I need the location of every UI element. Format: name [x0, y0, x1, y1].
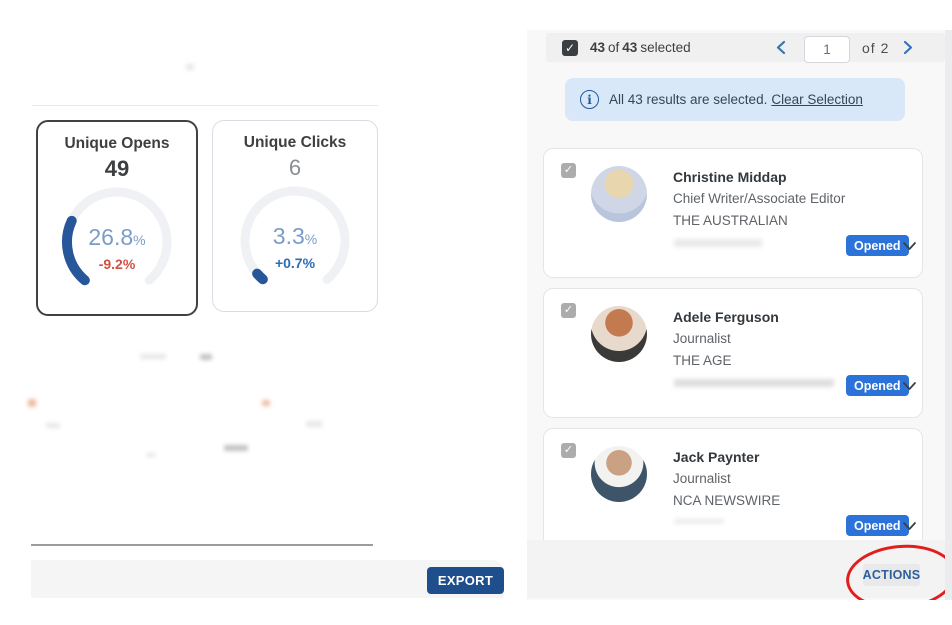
contact-checkbox[interactable]: ✓ [561, 303, 576, 318]
page-number-input[interactable] [804, 36, 850, 63]
metric-card-unique-clicks[interactable]: Unique Clicks 6 3.3% +0.7% [212, 120, 378, 312]
metric-value: 6 [289, 155, 301, 181]
actions-button[interactable]: ACTIONS [863, 564, 920, 586]
metric-value: 49 [105, 156, 129, 182]
contact-role: Chief Writer/Associate Editor [673, 191, 845, 206]
content-bottom-divider [31, 544, 373, 546]
contact-card[interactable]: ✓ Adele Ferguson Journalist THE AGE Open… [543, 288, 923, 418]
redacted-smudge [306, 421, 322, 427]
next-page-chevron-icon[interactable] [895, 35, 921, 61]
pagination: of 2 [768, 33, 921, 62]
redacted-smudge [140, 354, 166, 359]
expand-chevron-down-icon[interactable] [902, 239, 917, 254]
contacts-panel: ✓ 43of43selected of 2 i All 43 results a… [527, 30, 945, 600]
scrollbar[interactable] [945, 30, 952, 600]
redacted-smudge [28, 399, 36, 407]
contact-company: NCA NEWSWIRE [673, 493, 780, 508]
avatar [591, 306, 647, 362]
contact-card[interactable]: ✓ Jack Paynter Journalist NCA NEWSWIRE O… [543, 428, 923, 558]
selection-bar: ✓ 43of43selected of 2 [546, 33, 945, 62]
redacted-smudge [224, 445, 248, 451]
expand-chevron-down-icon[interactable] [902, 519, 917, 534]
gauge-delta: +0.7% [235, 255, 355, 271]
info-icon: i [580, 90, 599, 109]
banner-text: All 43 results are selected. [609, 92, 767, 107]
export-button[interactable]: EXPORT [427, 567, 504, 594]
app-root: { "metrics": { "cards": [ { "title": "Un… [0, 0, 952, 625]
expand-chevron-down-icon[interactable] [902, 379, 917, 394]
contact-card[interactable]: ✓ Christine Middap Chief Writer/Associat… [543, 148, 923, 278]
redacted-email [674, 379, 834, 387]
contact-company: THE AUSTRALIAN [673, 213, 788, 228]
selection-info-banner: i All 43 results are selected. Clear Sel… [565, 78, 905, 121]
redacted-email [674, 519, 724, 524]
metric-title: Unique Clicks [244, 134, 347, 152]
contact-name: Adele Ferguson [673, 309, 779, 325]
metric-card-unique-opens[interactable]: Unique Opens 49 26.8% -9.2% [36, 120, 198, 316]
contact-company: THE AGE [673, 353, 732, 368]
redacted-email [674, 239, 762, 247]
redacted-smudge [262, 400, 270, 406]
prev-page-chevron-icon[interactable] [768, 35, 794, 61]
redacted-smudge [200, 354, 212, 360]
selection-count-label: 43of43selected [590, 40, 694, 55]
redacted-smudge [146, 453, 156, 457]
status-badge: Opened [846, 375, 909, 396]
avatar [591, 166, 647, 222]
status-badge: Opened [846, 515, 909, 536]
redacted-smudge [186, 64, 194, 70]
status-badge: Opened [846, 235, 909, 256]
contact-checkbox[interactable]: ✓ [561, 163, 576, 178]
opens-gauge: 26.8% -9.2% [57, 184, 177, 304]
clear-selection-link[interactable]: Clear Selection [771, 92, 863, 107]
contact-name: Jack Paynter [673, 449, 759, 465]
gauge-percent: 3.3% [235, 223, 355, 250]
gauge-delta: -9.2% [57, 256, 177, 272]
page-total-label: of 2 [862, 40, 889, 56]
metric-title: Unique Opens [64, 135, 169, 153]
redacted-smudge [46, 423, 60, 428]
avatar [591, 446, 647, 502]
select-all-checkbox[interactable]: ✓ [562, 40, 578, 56]
contact-checkbox[interactable]: ✓ [561, 443, 576, 458]
contact-role: Journalist [673, 471, 731, 486]
contact-name: Christine Middap [673, 169, 787, 185]
section-divider [32, 105, 378, 106]
gauge-percent: 26.8% [57, 224, 177, 251]
contact-role: Journalist [673, 331, 731, 346]
clicks-gauge: 3.3% +0.7% [235, 183, 355, 303]
